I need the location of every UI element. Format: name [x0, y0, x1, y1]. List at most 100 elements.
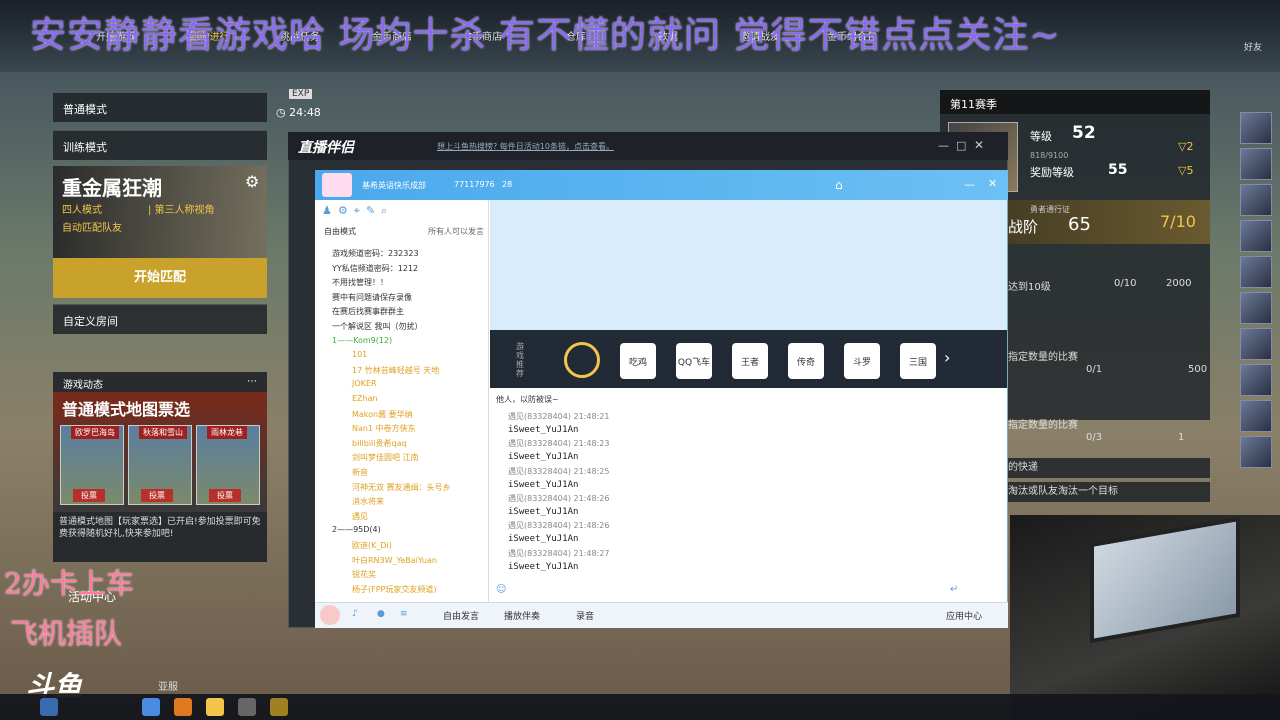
stream-overlay-title: 安安静静看游戏哈 场均十杀 有不懂的就问 觉得不错点点关注~: [30, 15, 1061, 56]
game-icon[interactable]: 斗罗: [844, 343, 880, 379]
normal-mode-button[interactable]: 普通模式: [53, 92, 267, 122]
channel-item[interactable]: 一个解说区 我叫（勿扰）: [332, 321, 423, 335]
play-music-button[interactable]: 播放伴奏: [504, 609, 540, 622]
speaker-icon[interactable]: ♪: [352, 609, 358, 619]
channel-item[interactable]: 河神无双 赛友通缉：头号乡: [352, 482, 451, 496]
pass-level: 65: [1068, 214, 1091, 235]
app-center-button[interactable]: 应用中心: [946, 609, 982, 622]
stream-notice-link[interactable]: 想上斗鱼热搜榜? 每件日活动10条链，点击查看。: [437, 141, 614, 152]
stage-area: [490, 200, 1007, 330]
home-icon[interactable]: ⌂: [835, 178, 843, 192]
taskbar-app-icon[interactable]: [270, 698, 288, 716]
channel-item[interactable]: 剑叫梦佳圆吧 江南: [352, 452, 419, 466]
settings-icon[interactable]: ⚙: [338, 204, 348, 218]
minimize-icon[interactable]: —: [964, 178, 975, 191]
channel-item[interactable]: 17 竹林芸峰轻越号 天地: [352, 365, 439, 379]
channel-item[interactable]: 在赛后找赛事群群主: [332, 306, 404, 320]
channel-item[interactable]: YY私信频道密码：1212: [332, 263, 418, 277]
vote-button[interactable]: 投票: [73, 489, 105, 502]
close-icon[interactable]: ✕: [974, 138, 984, 152]
edit-icon[interactable]: ✎: [366, 204, 375, 218]
chevron-right-icon[interactable]: ›: [944, 348, 950, 367]
record-button[interactable]: 录音: [576, 609, 594, 622]
friend-avatar[interactable]: [1240, 292, 1272, 324]
channel-item[interactable]: 遇见: [352, 511, 368, 525]
task-text: 指定数量的比赛: [1008, 352, 1078, 363]
friend-avatar[interactable]: [1240, 148, 1272, 180]
training-mode-button[interactable]: 训练模式: [53, 130, 267, 160]
location-icon[interactable]: ⌖: [354, 204, 360, 218]
channel-item[interactable]: 1——Kom9(12): [332, 336, 392, 350]
friend-avatar[interactable]: [1240, 436, 1272, 468]
friend-avatar[interactable]: [1240, 112, 1272, 144]
sidebar-toolbar: ♟ ⚙ ⌖ ✎ ⌕: [322, 204, 387, 218]
search-icon[interactable]: ⌕: [381, 204, 387, 218]
maximize-icon[interactable]: □: [956, 139, 966, 152]
gear-icon[interactable]: ⚙: [245, 172, 259, 191]
map-thumb[interactable]: 欧罗巴海岛 投票: [60, 425, 124, 505]
speak-mode[interactable]: 自由模式: [324, 226, 356, 237]
taskbar-app-icon[interactable]: [142, 698, 160, 716]
channel-item[interactable]: Makon酱 要华纳: [352, 409, 413, 423]
task-reward: 500: [1188, 364, 1208, 375]
vote-button[interactable]: 投票: [141, 489, 173, 502]
channel-item[interactable]: JOKER: [352, 379, 377, 393]
channel-item[interactable]: 欧迪(K_Di): [352, 540, 392, 554]
equalizer-icon[interactable]: ≡: [400, 609, 408, 619]
game-icon[interactable]: 吃鸡: [620, 343, 656, 379]
more-icon[interactable]: ⋯: [247, 376, 257, 387]
user-avatar[interactable]: [320, 605, 340, 625]
game-icon[interactable]: 王者: [732, 343, 768, 379]
channel-item[interactable]: 不用找管理！！: [332, 277, 388, 291]
channel-item[interactable]: Nan1 中卷方侠东: [352, 423, 416, 437]
free-speak-button[interactable]: 自由发言: [443, 609, 479, 622]
game-icon[interactable]: 三国: [900, 343, 936, 379]
mic-icon[interactable]: ●: [377, 609, 385, 619]
message-text: iSweet_YuJ1An: [508, 479, 579, 490]
channel-item[interactable]: 杨子(FPP玩家交友频道): [352, 584, 437, 598]
coin-count-1: ▽2: [1178, 140, 1194, 153]
featured-game-icon[interactable]: [564, 342, 600, 378]
friend-avatar[interactable]: [1240, 364, 1272, 396]
minimize-icon[interactable]: —: [938, 139, 949, 152]
channel-item[interactable]: bilibili贵希qaq: [352, 438, 407, 452]
close-icon[interactable]: ✕: [988, 177, 997, 190]
start-match-button[interactable]: 开始匹配: [53, 258, 267, 298]
emoji-icon[interactable]: ☺: [496, 584, 506, 595]
taskbar-app-icon[interactable]: [238, 698, 256, 716]
channel-item[interactable]: 赛中有问题请保存录像: [332, 292, 412, 306]
taskbar: [0, 694, 1280, 720]
channel-item[interactable]: 锐花奖: [352, 569, 376, 583]
custom-room-button[interactable]: 自定义房间: [53, 304, 267, 334]
game-icon[interactable]: QQ飞车: [676, 343, 712, 379]
map-thumb[interactable]: 秋落和雪山 投票: [128, 425, 192, 505]
channel-item[interactable]: EZhan: [352, 394, 378, 408]
channel-item[interactable]: 2——95D(4): [332, 525, 381, 539]
game-icon[interactable]: 传奇: [788, 343, 824, 379]
channel-item[interactable]: 消水将来: [352, 496, 384, 510]
promo-line-1: 2办卡上车: [4, 567, 134, 600]
task-row: 0/1 500: [1008, 364, 1210, 384]
user-icon[interactable]: ♟: [322, 204, 332, 218]
friend-avatar[interactable]: [1240, 184, 1272, 216]
friend-avatar[interactable]: [1240, 328, 1272, 360]
taskbar-app-icon[interactable]: [206, 698, 224, 716]
map-thumb[interactable]: 雨林龙巷 投票: [196, 425, 260, 505]
season-title: 第11赛季: [940, 90, 1210, 114]
channel-item[interactable]: 叶白RN3W_YeBaiYuan: [352, 555, 437, 569]
taskbar-app-icon[interactable]: [40, 698, 58, 716]
channel-name: 基希英语快乐成部: [362, 181, 426, 190]
friend-avatar[interactable]: [1240, 400, 1272, 432]
task-text: 指定数量的比赛: [1008, 420, 1078, 431]
region-selector[interactable]: 亚服: [158, 678, 178, 693]
channel-item[interactable]: 游戏频道密码：232323: [332, 248, 419, 262]
vote-button[interactable]: 投票: [209, 489, 241, 502]
friends-button[interactable]: 好友: [1244, 40, 1262, 53]
send-icon[interactable]: ↵: [950, 584, 958, 595]
auto-match-label[interactable]: 自动匹配队友: [62, 219, 122, 234]
taskbar-app-icon[interactable]: [174, 698, 192, 716]
channel-item[interactable]: 101: [352, 350, 367, 364]
friend-avatar[interactable]: [1240, 256, 1272, 288]
channel-item[interactable]: 新音: [352, 467, 368, 481]
friend-avatar[interactable]: [1240, 220, 1272, 252]
